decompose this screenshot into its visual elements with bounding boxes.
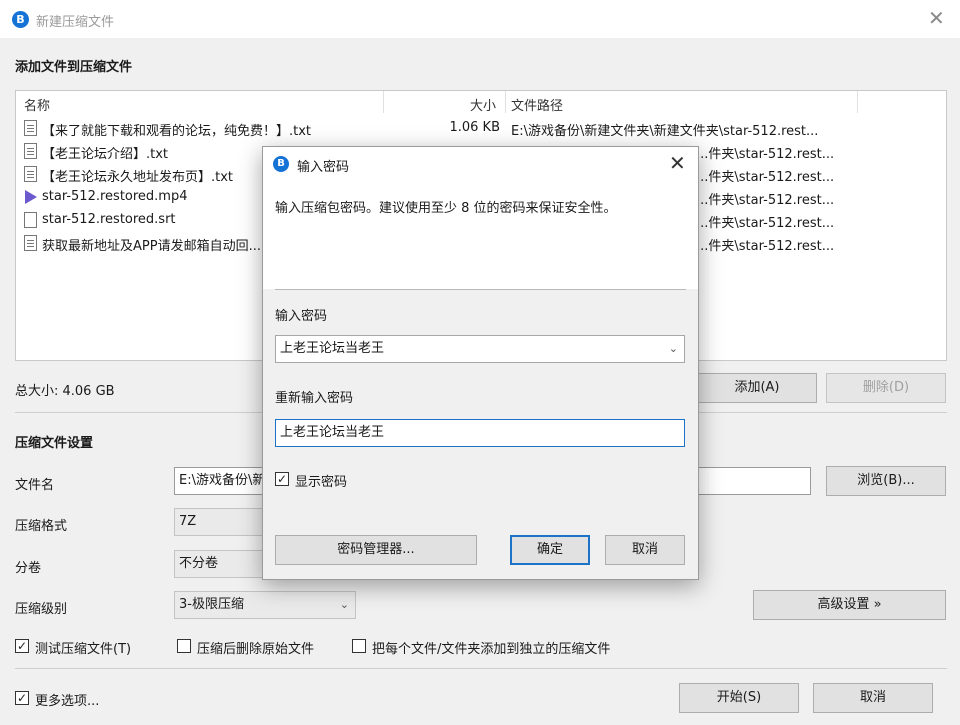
text-file-icon (24, 143, 37, 159)
file-size: 1.06 KB (449, 120, 500, 135)
test-archive-label[interactable]: 测试压缩文件(T) (35, 638, 131, 657)
file-path: ...件夹\star-512.rest... (696, 239, 835, 254)
close-icon[interactable]: ✕ (669, 152, 686, 174)
dialog-description-panel: 输入压缩包密码。建议使用至少 8 位的密码来保证安全性。 (263, 181, 698, 289)
confirm-password-input[interactable]: 上老王论坛当老王 (275, 419, 685, 447)
column-header-path[interactable]: 文件路径 (511, 95, 563, 114)
test-archive-checkbox[interactable]: ✓ (15, 639, 29, 653)
total-size: 总大小: 4.06 GB (15, 384, 115, 399)
column-separator (383, 91, 384, 113)
delete-after-label[interactable]: 压缩后删除原始文件 (197, 638, 314, 657)
chevron-down-icon: ⌄ (339, 598, 349, 611)
video-file-icon (24, 189, 37, 205)
file-path: ...件夹\star-512.rest... (696, 170, 835, 185)
more-options-checkbox[interactable]: ✓ (15, 691, 29, 705)
level-label: 压缩级别 (15, 602, 68, 617)
format-label: 压缩格式 (15, 519, 68, 534)
password-manager-button[interactable]: 密码管理器... (275, 535, 477, 565)
dialog-title-bar: B 输入密码 ✕ (263, 147, 698, 181)
add-button[interactable]: 添加(A) (697, 373, 817, 403)
dialog-separator (275, 289, 686, 290)
split-value: 不分卷 (179, 556, 219, 571)
blank-file-icon (24, 212, 37, 228)
column-header-name[interactable]: 名称 (24, 95, 50, 114)
close-icon[interactable]: ✕ (928, 8, 945, 28)
filename-label: 文件名 (15, 478, 55, 493)
confirm-password-label: 重新输入密码 (275, 391, 354, 406)
column-header-size[interactable]: 大小 (470, 95, 496, 114)
level-value: 3-极限压缩 (179, 597, 244, 612)
text-file-icon (24, 235, 37, 251)
bandizip-logo-icon: B (12, 11, 29, 28)
file-path: ...件夹\star-512.rest... (696, 147, 835, 162)
show-password-label[interactable]: 显示密码 (295, 471, 347, 490)
dialog-description: 输入压缩包密码。建议使用至少 8 位的密码来保证安全性。 (275, 201, 617, 216)
file-path: E:\游戏备份\新建文件夹\新建文件夹\star-512.rest... (511, 124, 819, 139)
column-separator (505, 91, 506, 113)
archive-settings-title: 压缩文件设置 (15, 436, 94, 451)
dialog-cancel-button[interactable]: 取消 (605, 535, 685, 565)
password-dialog: B 输入密码 ✕ 输入压缩包密码。建议使用至少 8 位的密码来保证安全性。 输入… (262, 146, 699, 580)
password-input[interactable]: 上老王论坛当老王 ⌄ (275, 335, 685, 363)
delete-after-checkbox[interactable] (177, 639, 191, 653)
footer-divider (15, 668, 947, 669)
column-separator (857, 91, 858, 113)
file-path: ...件夹\star-512.rest... (696, 216, 835, 231)
start-button[interactable]: 开始(S) (679, 683, 799, 713)
format-value: 7Z (179, 514, 197, 529)
title-bar: B 新建压缩文件 ✕ (0, 0, 960, 38)
show-password-checkbox[interactable]: ✓ (275, 472, 289, 486)
password-label: 输入密码 (275, 309, 328, 324)
each-separate-checkbox[interactable] (352, 639, 366, 653)
file-path: ...件夹\star-512.rest... (696, 193, 835, 208)
browse-button[interactable]: 浏览(B)... (826, 466, 946, 496)
chevron-down-icon[interactable]: ⌄ (669, 336, 678, 362)
file-name: 【来了就能下载和观看的论坛，纯免费！】.txt (42, 124, 312, 139)
delete-button[interactable]: 删除(D) (826, 373, 946, 403)
split-label: 分卷 (15, 561, 42, 576)
add-files-section-title: 添加文件到压缩文件 (15, 60, 133, 75)
ok-button[interactable]: 确定 (510, 535, 590, 565)
table-row[interactable]: 【来了就能下载和观看的论坛，纯免费！】.txt 1.06 KB E:\游戏备份\… (16, 117, 946, 140)
level-select[interactable]: 3-极限压缩 ⌄ (174, 591, 356, 619)
advanced-settings-button[interactable]: 高级设置 » (753, 590, 946, 620)
password-value: 上老王论坛当老王 (280, 341, 385, 356)
text-file-icon (24, 120, 37, 136)
dialog-title: 输入密码 (297, 160, 350, 175)
text-file-icon (24, 166, 37, 182)
cancel-button[interactable]: 取消 (813, 683, 933, 713)
bandizip-logo-icon: B (273, 156, 289, 172)
more-options-label[interactable]: 更多选项... (35, 690, 99, 709)
each-separate-label[interactable]: 把每个文件/文件夹添加到独立的压缩文件 (372, 638, 610, 657)
window-title: 新建压缩文件 (36, 15, 115, 30)
